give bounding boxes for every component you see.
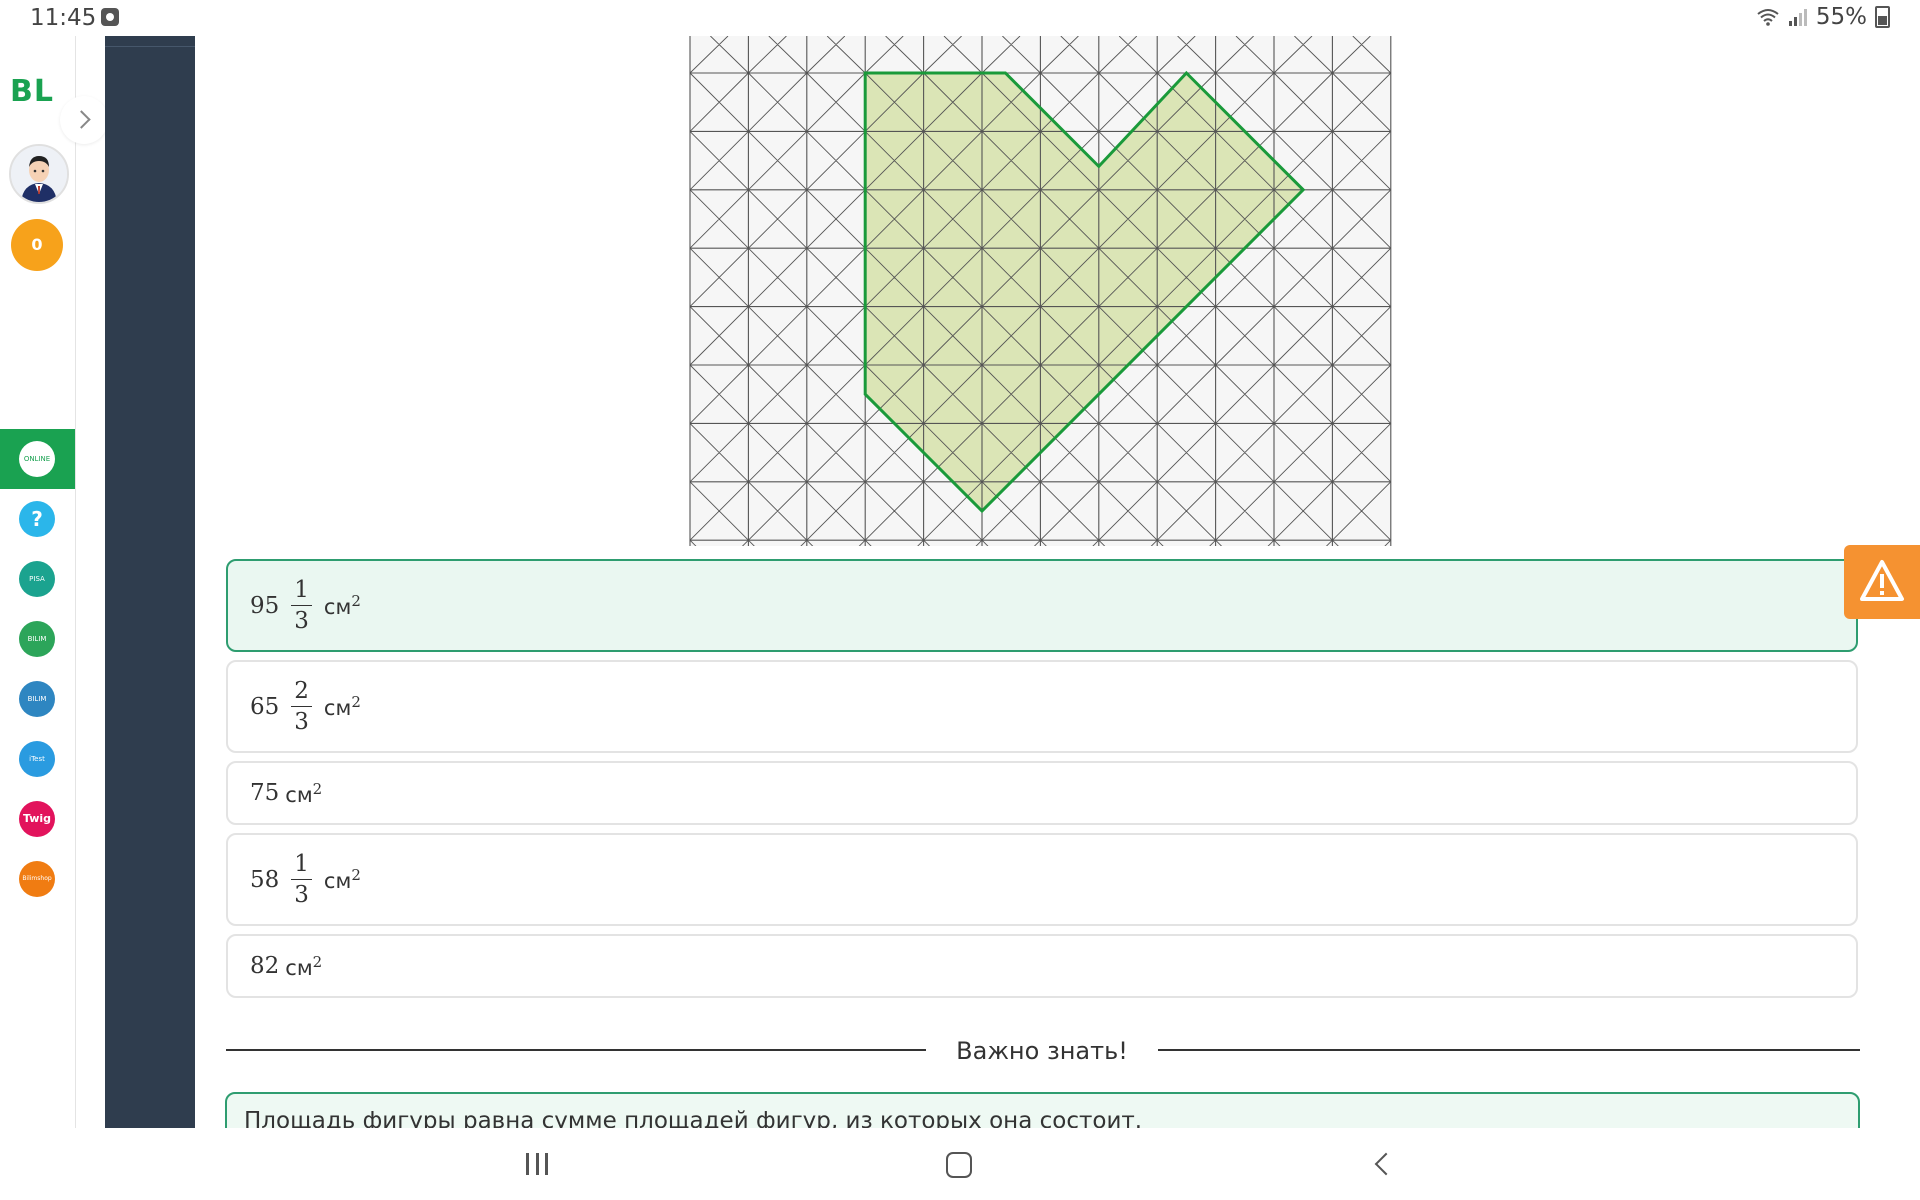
answer-content: 95 1 3 см2 xyxy=(250,561,361,650)
important-title: Важно знать! xyxy=(956,1037,1128,1065)
navigation-bar xyxy=(0,1128,1920,1200)
answer-integer: 82 xyxy=(250,953,280,979)
sidebar: BL 0 ONLINE MEKTEP ? PISA BILIM Land xyxy=(0,36,76,1128)
answer-integer: 75 xyxy=(250,780,280,806)
answer-content: 65 2 3 см2 xyxy=(250,662,361,751)
fraction-numerator: 1 xyxy=(291,849,312,880)
sidebar-item-twig[interactable]: Twig xyxy=(0,789,75,849)
bl-logo[interactable]: BL xyxy=(10,74,54,109)
answer-option-5[interactable]: 82 см2 xyxy=(226,934,1858,998)
unit-power: 2 xyxy=(351,592,361,610)
answer-fraction: 1 3 xyxy=(291,849,312,910)
bilimshop-icon: Bilimshop xyxy=(19,861,55,897)
answer-option-2[interactable]: 65 2 3 см2 xyxy=(226,660,1858,753)
divider-left xyxy=(226,1049,926,1051)
sidebar-item-itest[interactable]: iTest xyxy=(0,729,75,789)
answer-integer: 95 xyxy=(250,592,280,619)
fraction-denominator: 3 xyxy=(294,709,309,735)
fraction-numerator: 2 xyxy=(291,676,312,707)
signal-icon xyxy=(1788,9,1807,26)
answer-option-4[interactable]: 58 1 3 см2 xyxy=(226,833,1858,926)
sidebar-item-help[interactable]: ? xyxy=(0,489,75,549)
bilim-land-icon: BILIM Land xyxy=(19,621,55,657)
unit-power: 2 xyxy=(312,779,323,798)
sidebar-item-pisa[interactable]: PISA xyxy=(0,549,75,609)
answer-integer: 65 xyxy=(250,693,280,720)
answer-unit: см2 xyxy=(323,592,361,619)
grid-figure-svg xyxy=(689,35,1392,600)
user-avatar-icon xyxy=(11,146,67,202)
status-right: 55% xyxy=(1756,4,1890,30)
dark-side-panel xyxy=(105,36,195,1128)
answer-unit: см2 xyxy=(323,866,361,893)
fraction-denominator: 3 xyxy=(294,608,309,634)
status-bar: 11:45 55% xyxy=(0,0,1920,36)
answer-unit: см2 xyxy=(323,693,361,720)
answer-unit: см2 xyxy=(285,779,323,807)
unit-power: 2 xyxy=(351,866,361,884)
answer-unit: см2 xyxy=(285,952,323,980)
answer-content: 58 1 3 см2 xyxy=(250,835,361,924)
expand-sidebar-button[interactable] xyxy=(60,96,108,144)
report-problem-button[interactable] xyxy=(1844,545,1920,619)
answer-fraction: 1 3 xyxy=(291,575,312,636)
answer-content: 75 см2 xyxy=(250,763,322,823)
bilim-book-icon: BILIM Book xyxy=(19,681,55,717)
divider-right xyxy=(1158,1049,1860,1051)
warning-icon xyxy=(1860,560,1904,601)
answer-option-1[interactable]: 95 1 3 см2 xyxy=(226,559,1858,652)
sidebar-item-online-mektep[interactable]: ONLINE MEKTEP xyxy=(0,429,75,489)
wifi-icon xyxy=(1757,9,1779,26)
recent-apps-button[interactable] xyxy=(526,1153,548,1175)
answer-option-3[interactable]: 75 см2 xyxy=(226,761,1858,825)
status-time: 11:45 xyxy=(30,5,97,31)
sidebar-item-bilim-book[interactable]: BILIM Book xyxy=(0,669,75,729)
pisa-icon: PISA xyxy=(19,561,55,597)
twig-icon: Twig xyxy=(19,801,55,837)
grid-figure xyxy=(688,35,1398,600)
answer-fraction: 2 3 xyxy=(291,676,312,737)
fraction-numerator: 1 xyxy=(291,575,312,606)
answer-content: 82 см2 xyxy=(250,936,322,996)
sidebar-item-bilimshop[interactable]: Bilimshop xyxy=(0,849,75,909)
battery-percent: 55% xyxy=(1815,4,1867,30)
fraction-denominator: 3 xyxy=(294,882,309,908)
screen-record-icon xyxy=(101,8,119,26)
itest-icon: iTest xyxy=(19,741,55,777)
sidebar-item-bilim-land[interactable]: BILIM Land xyxy=(0,609,75,669)
coins-badge[interactable]: 0 xyxy=(11,219,63,271)
online-mektep-icon: ONLINE MEKTEP xyxy=(19,441,55,477)
back-button[interactable] xyxy=(1374,1152,1398,1176)
battery-icon xyxy=(1875,6,1890,28)
answer-integer: 58 xyxy=(250,866,280,893)
home-button[interactable] xyxy=(946,1152,972,1178)
avatar[interactable] xyxy=(9,144,69,204)
help-icon: ? xyxy=(19,501,55,537)
unit-power: 2 xyxy=(351,693,361,711)
unit-power: 2 xyxy=(312,952,323,971)
